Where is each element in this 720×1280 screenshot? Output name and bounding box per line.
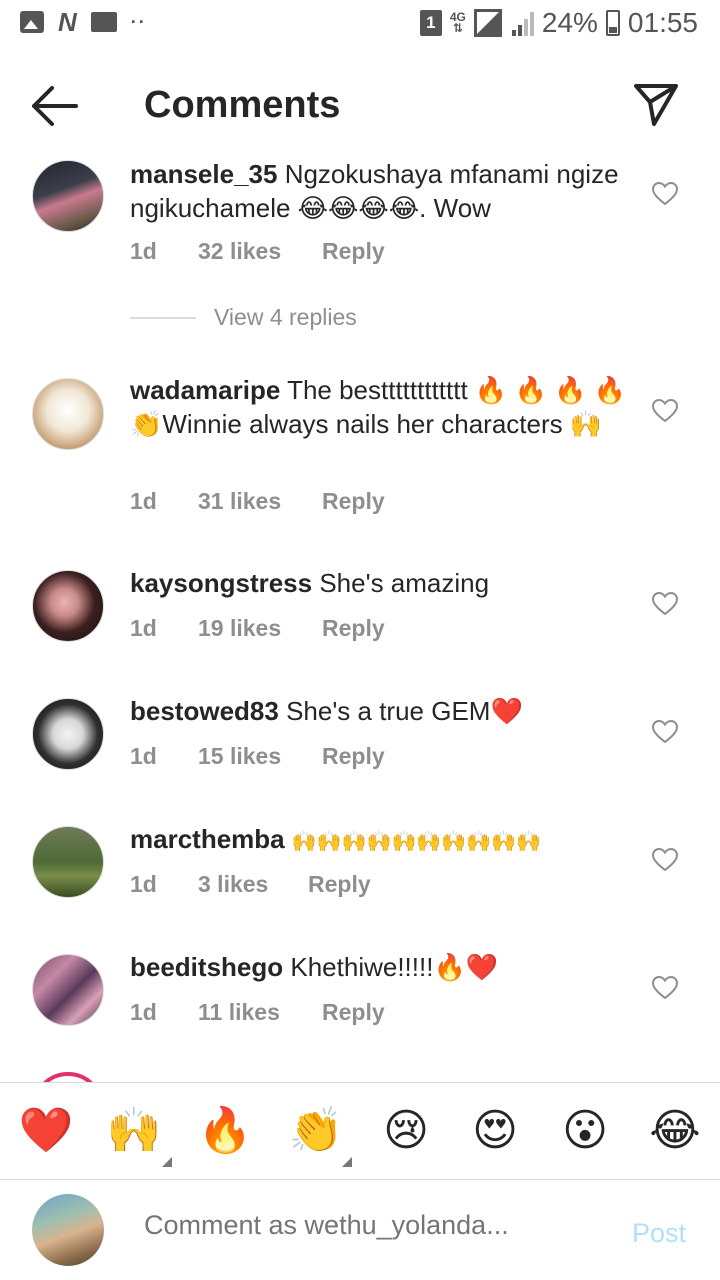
avatar[interactable] xyxy=(32,826,104,898)
comments-header: Comments xyxy=(0,56,720,156)
signal-icon xyxy=(473,9,504,37)
emoji-raising-hands[interactable]: 🙌 xyxy=(106,1103,162,1159)
skin-tone-corner-icon xyxy=(342,1157,352,1167)
comment-text: kaysongstress She's amazing xyxy=(130,566,630,600)
comment-username[interactable]: marcthemba xyxy=(130,824,285,854)
comment-age: 1d xyxy=(130,743,157,769)
heart-icon[interactable] xyxy=(652,720,678,744)
status-bar: N ·· 1 4G ⇅ 24% 01:55 xyxy=(0,0,720,48)
emoji-laughing[interactable]: 😂 xyxy=(647,1103,703,1159)
heart-icon[interactable] xyxy=(652,399,678,423)
comment-text: beeditshego Khethiwe!!!!!🔥❤️ xyxy=(130,950,630,984)
comment-meta: 1d 32 likes Reply xyxy=(130,238,385,265)
comment-text: bestowed83 She's a true GEM❤️ xyxy=(130,694,630,728)
network-type: 4G ⇅ xyxy=(449,10,466,35)
comment-age: 1d xyxy=(130,238,157,264)
direct-share-icon[interactable] xyxy=(632,82,680,128)
post-button[interactable]: Post xyxy=(632,1218,686,1249)
view-replies-label[interactable]: View 4 replies xyxy=(214,304,357,331)
comment-age: 1d xyxy=(130,488,157,514)
comment-likes[interactable]: 19 likes xyxy=(198,615,322,642)
comment-meta: 1d 31 likes Reply xyxy=(130,488,385,515)
emoji-fire[interactable]: 🔥 xyxy=(197,1103,253,1159)
comment-username[interactable]: wadamaripe xyxy=(130,375,280,405)
comment-body: 🙌🙌🙌🙌🙌🙌🙌🙌🙌🙌 xyxy=(291,831,541,853)
comment-age: 1d xyxy=(130,615,157,641)
replies-divider xyxy=(130,316,196,319)
emoji-surprised[interactable]: 😮 xyxy=(557,1103,613,1159)
page-title: Comments xyxy=(144,84,341,126)
comment-text: wadamaripe The bestttttttttttt 🔥 🔥 🔥 🔥 👏… xyxy=(130,373,630,441)
reply-button[interactable]: Reply xyxy=(322,999,385,1026)
comment-likes[interactable]: 31 likes xyxy=(198,488,322,515)
comment-age: 1d xyxy=(130,999,157,1025)
n-app-notification-icon: N xyxy=(58,7,77,37)
comment-likes[interactable]: 32 likes xyxy=(198,238,322,265)
battery-percent: 24% xyxy=(541,7,598,38)
comment-meta: 1d 11 likes Reply xyxy=(130,999,385,1026)
heart-icon[interactable] xyxy=(652,976,678,1000)
reply-button[interactable]: Reply xyxy=(322,488,385,515)
battery-icon xyxy=(605,10,620,36)
comment-meta: 1d 15 likes Reply xyxy=(130,743,385,770)
reply-button[interactable]: Reply xyxy=(322,615,385,642)
reply-button[interactable]: Reply xyxy=(322,743,385,770)
comment-body: She's amazing xyxy=(319,568,490,598)
avatar[interactable] xyxy=(32,954,104,1026)
emoji-clapping[interactable]: 👏 xyxy=(288,1103,344,1159)
more-notifications-icon: ·· xyxy=(130,11,147,32)
avatar[interactable] xyxy=(32,570,104,642)
comment-body: Khethiwe!!!!!🔥❤️ xyxy=(290,952,499,982)
comment-meta: 1d 19 likes Reply xyxy=(130,615,385,642)
comment-username[interactable]: bestowed83 xyxy=(130,696,279,726)
clock: 01:55 xyxy=(627,7,698,38)
reply-button[interactable]: Reply xyxy=(308,871,371,898)
view-replies[interactable]: View 4 replies xyxy=(130,304,357,331)
comment-meta: 1d 3 likes Reply xyxy=(130,871,371,898)
comment-input[interactable] xyxy=(144,1210,604,1241)
comment-body: She's a true GEM❤️ xyxy=(286,696,523,726)
folder-notification-icon xyxy=(90,12,117,32)
signal-bars-icon xyxy=(511,10,534,36)
avatar[interactable] xyxy=(32,698,104,770)
gallery-notification-icon xyxy=(20,11,44,33)
comment-username[interactable]: beeditshego xyxy=(130,952,283,982)
comment-composer: Post xyxy=(0,1180,720,1280)
comment-likes[interactable]: 3 likes xyxy=(198,871,308,898)
comment-username[interactable]: mansele_35 xyxy=(130,159,277,189)
comment-likes[interactable]: 15 likes xyxy=(198,743,322,770)
back-arrow-icon[interactable] xyxy=(30,84,80,128)
emoji-crying[interactable]: 😢 xyxy=(378,1103,434,1159)
heart-icon[interactable] xyxy=(652,182,678,206)
reply-button[interactable]: Reply xyxy=(322,238,385,265)
heart-icon[interactable] xyxy=(652,848,678,872)
heart-icon[interactable] xyxy=(652,592,678,616)
avatar[interactable] xyxy=(32,378,104,450)
emoji-heart[interactable]: ❤️ xyxy=(18,1103,74,1159)
sim-badge: 1 xyxy=(419,10,442,36)
comment-text: marcthemba 🙌🙌🙌🙌🙌🙌🙌🙌🙌🙌 xyxy=(130,822,630,859)
quick-emoji-bar: ❤️ 🙌 🔥 👏 😢 😍 😮 😂 xyxy=(0,1082,720,1180)
comment-text: mansele_35 Ngzokushaya mfanami ngize ngi… xyxy=(130,157,630,225)
emoji-heart-eyes[interactable]: 😍 xyxy=(467,1103,523,1159)
skin-tone-corner-icon xyxy=(162,1157,172,1167)
comment-age: 1d xyxy=(130,871,157,897)
comment-likes[interactable]: 11 likes xyxy=(198,999,322,1026)
my-avatar xyxy=(32,1194,104,1266)
avatar[interactable] xyxy=(32,160,104,232)
comment-username[interactable]: kaysongstress xyxy=(130,568,312,598)
